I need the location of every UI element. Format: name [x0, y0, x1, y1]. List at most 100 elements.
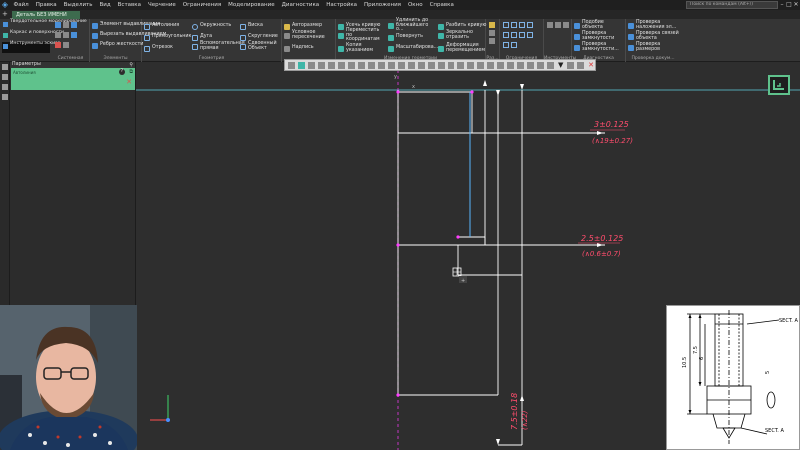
size-check-button[interactable]: Проверка размеров	[628, 42, 680, 54]
menu-edit[interactable]: Правка	[32, 2, 60, 8]
rectangle-button[interactable]: Прямоугольник	[144, 33, 191, 42]
save-view-icon[interactable]	[547, 61, 555, 69]
menu-window[interactable]: Окно	[404, 2, 426, 8]
fit-view-icon[interactable]	[367, 61, 375, 69]
aux-line-button[interactable]: Вспомогательная прямая	[192, 41, 245, 53]
segment-button[interactable]: Отрезок	[144, 44, 173, 53]
copy-by-pick-button[interactable]: Копия указанием	[338, 43, 386, 55]
open-icon[interactable]	[63, 22, 69, 28]
menu-select[interactable]: Выделить	[60, 2, 96, 8]
close-window-icon[interactable]: ✕	[792, 0, 800, 10]
layers-icon[interactable]	[2, 74, 8, 80]
measure-view-icon[interactable]	[497, 61, 505, 69]
snap-center-icon[interactable]	[327, 61, 335, 69]
calc-icon[interactable]	[563, 22, 569, 28]
deform-button[interactable]: Деформация перемещением	[438, 43, 485, 55]
exit-sketch-button[interactable]	[768, 75, 790, 95]
save-icon[interactable]	[55, 22, 61, 28]
dim-text-3[interactable]: 3±0.125	[594, 120, 629, 129]
snap-end-icon[interactable]	[307, 61, 315, 69]
spline-button[interactable]: Виска	[240, 22, 263, 31]
move-by-coords-button[interactable]: Переместить по координатам	[338, 28, 386, 42]
undo-icon[interactable]	[55, 32, 61, 38]
extrude-element-button[interactable]: Элемент выдавливания	[92, 21, 160, 30]
construction-points[interactable]	[396, 90, 474, 397]
rib-button[interactable]: Ребро жесткости	[92, 41, 143, 50]
hide-icon[interactable]	[427, 61, 435, 69]
scale-button[interactable]: Масштабирова...	[388, 44, 438, 53]
double-object-button[interactable]: Сдвоенный Объект	[240, 41, 282, 53]
menu-diagnostics[interactable]: Диагностика	[278, 2, 323, 8]
measure-icon[interactable]	[547, 22, 553, 28]
toolbar-close-icon[interactable]: ✕	[587, 61, 595, 69]
menu-apps[interactable]: Приложения	[361, 2, 405, 8]
zoom-icon[interactable]	[337, 61, 345, 69]
stack-icon[interactable]: ⧉	[129, 69, 133, 75]
filter-icon[interactable]: ▼	[557, 61, 564, 69]
coincident-constraint-icon[interactable]	[503, 32, 509, 38]
lights-icon[interactable]	[467, 61, 475, 69]
document-tab[interactable]: Деталь БЕЗ ИМЕНИ	[12, 11, 80, 19]
settings-view-icon[interactable]	[577, 61, 585, 69]
cube-icon[interactable]	[447, 61, 455, 69]
perspective-icon[interactable]	[457, 61, 465, 69]
circle-button[interactable]: Окружность	[192, 22, 231, 31]
params-icon[interactable]	[71, 32, 77, 38]
snap-grid-icon[interactable]	[288, 61, 295, 69]
equal-constraint-icon[interactable]	[519, 32, 525, 38]
dim-text-7-5[interactable]: 7.5±0.18	[510, 393, 519, 430]
tree-icon[interactable]	[2, 64, 8, 70]
menu-settings[interactable]: Настройка	[323, 2, 361, 8]
sketch-view-icon[interactable]	[417, 61, 425, 69]
angle-dim-icon[interactable]	[489, 38, 495, 44]
color-icon[interactable]	[527, 61, 535, 69]
perpendicular-constraint-icon[interactable]	[527, 22, 533, 28]
pan-icon[interactable]	[347, 61, 355, 69]
menu-drawing[interactable]: Черчение	[144, 2, 179, 8]
mode-sketch-tools[interactable]: Инструменты эскиза	[2, 41, 60, 53]
new-tab-icon[interactable]: +	[2, 10, 8, 19]
camera-icon[interactable]	[477, 61, 485, 69]
properties-icon[interactable]	[2, 84, 8, 90]
symmetry-constraint-icon[interactable]	[503, 42, 509, 48]
stop-icon[interactable]	[55, 42, 61, 48]
layers-view-icon[interactable]	[437, 61, 445, 69]
menu-constraints[interactable]: Ограничения	[179, 2, 224, 8]
view-orient-icon[interactable]	[377, 61, 385, 69]
highlight-icon[interactable]	[517, 61, 525, 69]
select-mode-icon[interactable]	[507, 61, 515, 69]
info-icon[interactable]	[555, 22, 561, 28]
menu-view[interactable]: Вид	[96, 2, 114, 8]
fix-constraint-icon[interactable]	[527, 32, 533, 38]
cut-extrude-button[interactable]: Вырезать выдавливанием	[92, 31, 166, 40]
menu-help[interactable]: Справка	[426, 2, 457, 8]
conditional-intersection-button[interactable]: Условное пересечение	[284, 30, 334, 42]
snap-point-icon[interactable]	[297, 61, 305, 69]
collinear-constraint-icon[interactable]	[511, 42, 517, 48]
display-mode-icon[interactable]	[397, 61, 405, 69]
dimension-icon[interactable]	[489, 22, 495, 28]
copy-icon[interactable]	[63, 42, 69, 48]
cancel-icon[interactable]: ✕	[126, 79, 132, 86]
redo-icon[interactable]	[63, 32, 69, 38]
mirror-button[interactable]: Зеркально отразить	[438, 30, 484, 42]
menu-lines-icon[interactable]	[2, 94, 8, 100]
print-icon[interactable]	[487, 61, 495, 69]
closure-check2-button[interactable]: Проверка замкнутости...	[574, 42, 624, 54]
menu-modeling[interactable]: Моделирование	[225, 2, 278, 8]
dropdown-icon[interactable]	[567, 61, 575, 69]
tangent-constraint-icon[interactable]	[511, 32, 517, 38]
rotate-view-icon[interactable]	[357, 61, 365, 69]
caption-button[interactable]: Надпись	[284, 44, 314, 53]
autoline-button[interactable]: Автолиния	[144, 22, 179, 31]
horizontal-constraint-icon[interactable]	[503, 22, 509, 28]
command-search-input[interactable]: Поиск по командам (Alt+/)	[686, 1, 778, 9]
vertical-dimension[interactable]: 7.5±0.18 (∧22)	[510, 393, 529, 430]
snap-mid-icon[interactable]	[317, 61, 325, 69]
dim-text-2-5[interactable]: 2.5±0.125	[581, 234, 623, 243]
vertical-constraint-icon[interactable]	[511, 22, 517, 28]
sketch-geometry[interactable]	[397, 90, 605, 446]
sketch-mode-icon[interactable]	[71, 22, 77, 28]
menu-insert[interactable]: Вставка	[114, 2, 144, 8]
menu-file[interactable]: Файл	[10, 2, 32, 8]
